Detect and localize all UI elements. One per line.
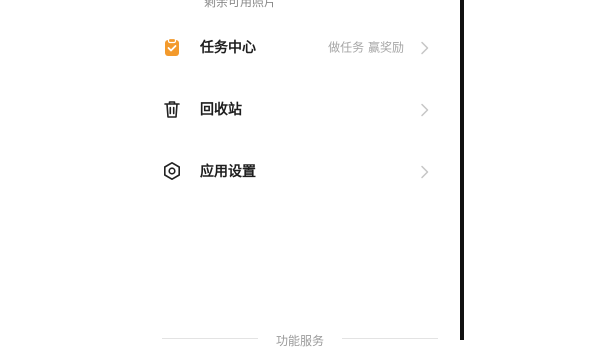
previous-row-text: 剩余可用照片 bbox=[204, 0, 277, 9]
settings-hexagon-icon bbox=[162, 161, 182, 181]
menu-item-label: 回收站 bbox=[200, 102, 242, 118]
me-menu-panel: 剩余可用照片 任务中心 做任务 赢奖励 回收站 应用设置 功能服务 bbox=[150, 0, 450, 348]
divider-line bbox=[342, 338, 438, 339]
divider-line bbox=[162, 338, 258, 339]
chevron-right-icon bbox=[420, 102, 430, 117]
menu-item-label: 任务中心 bbox=[200, 40, 256, 56]
menu-item-recycle-bin[interactable]: 回收站 bbox=[150, 86, 450, 132]
task-clipboard-icon bbox=[162, 37, 182, 57]
chevron-right-icon bbox=[420, 164, 430, 179]
trash-icon bbox=[162, 99, 182, 119]
section-divider: 功能服务 bbox=[162, 330, 438, 348]
section-title: 功能服务 bbox=[275, 334, 325, 348]
device-edge bbox=[460, 0, 464, 340]
menu-item-label: 应用设置 bbox=[200, 164, 256, 180]
menu-item-app-settings[interactable]: 应用设置 bbox=[150, 148, 450, 194]
chevron-right-icon bbox=[420, 40, 430, 55]
menu-item-task-center[interactable]: 任务中心 做任务 赢奖励 bbox=[150, 24, 450, 70]
menu-item-hint: 做任务 赢奖励 bbox=[328, 40, 404, 55]
